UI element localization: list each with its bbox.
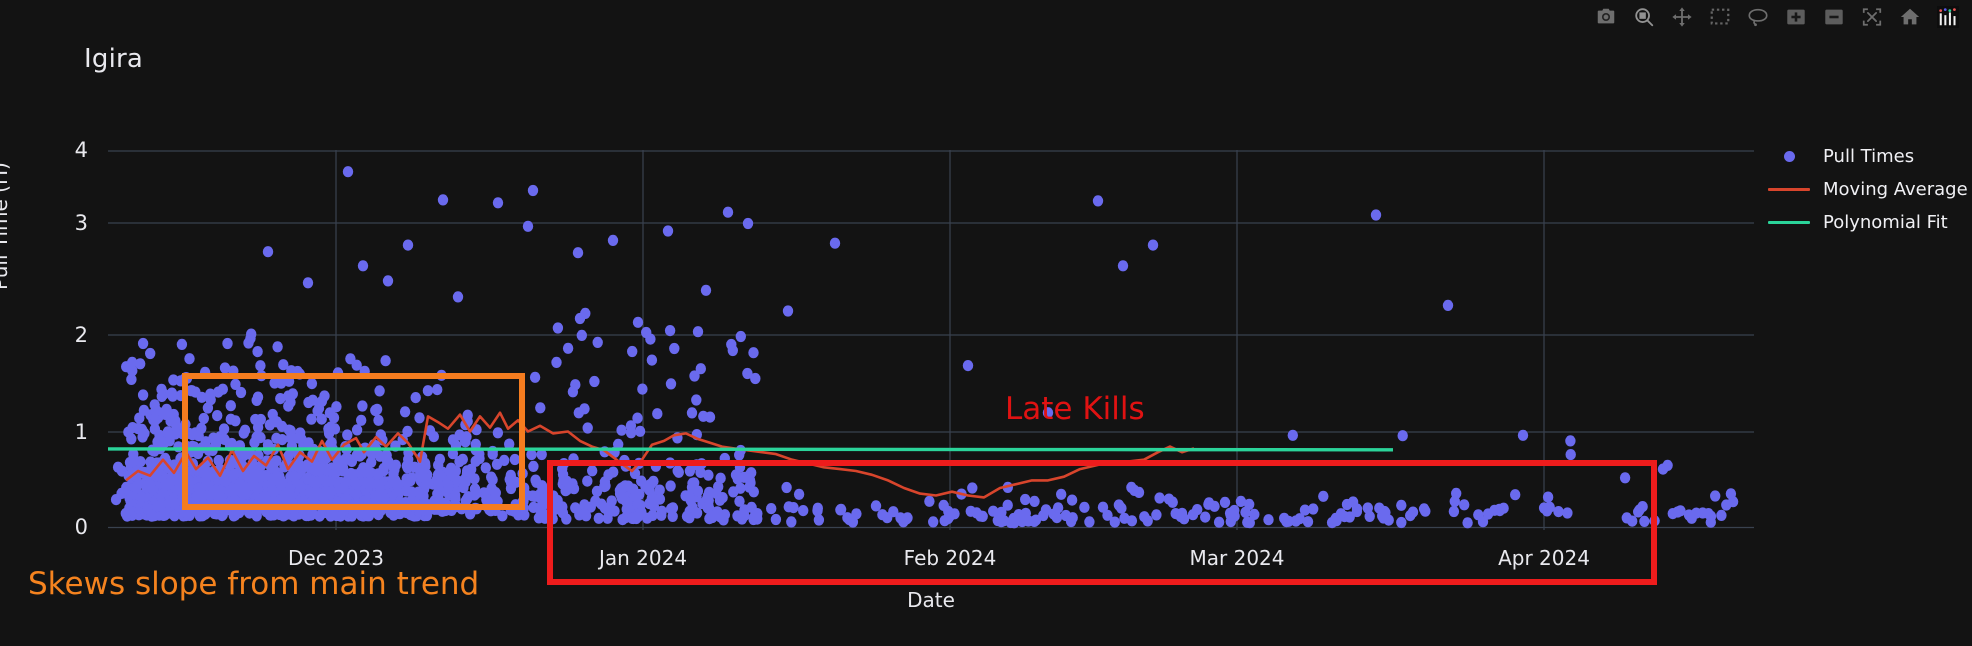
series-pull-times[interactable] [110,166,1739,529]
grid-vertical [335,150,1545,530]
chart-title: Igira [84,44,144,74]
legend-item-moving-average[interactable]: Moving Average [1768,178,1968,200]
legend-marker-line-icon [1768,220,1810,224]
chart-plot[interactable]: Igira Pull Time (H) Date 4 3 2 1 0 Dec 2… [0,0,1972,646]
legend-label: Moving Average [1823,178,1968,200]
legend-label: Polynomial Fit [1823,211,1948,233]
chart-page: Igira Pull Time (H) Date 4 3 2 1 0 Dec 2… [0,0,1972,646]
x-tick-jan-2024: Jan 2024 [598,546,688,570]
y-tick-2: 2 [74,323,88,347]
y-tick-3: 3 [74,211,88,235]
x-tick-mar-2024: Mar 2024 [1189,546,1285,570]
legend-marker-dot-icon [1768,150,1810,162]
legend-marker-line-icon [1768,187,1810,191]
chart-legend[interactable]: Pull Times Moving Average Polynomial Fit [1768,145,1968,233]
series-polynomial-fit [108,447,1394,452]
y-tick-0: 0 [74,515,88,539]
late-kills-label: Late Kills [1005,391,1145,427]
legend-item-polynomial-fit[interactable]: Polynomial Fit [1768,211,1968,233]
y-tick-4: 4 [74,138,88,162]
x-tick-apr-2024: Apr 2024 [1498,546,1590,570]
y-axis-label: Pull Time (H) [0,162,12,290]
y-tick-1: 1 [74,420,88,444]
plot-canvas[interactable] [108,150,1754,530]
legend-item-pull-times[interactable]: Pull Times [1768,145,1968,167]
x-tick-feb-2024: Feb 2024 [903,546,997,570]
skews-slope-label: Skews slope from main trend [28,566,480,602]
legend-label: Pull Times [1823,145,1915,167]
